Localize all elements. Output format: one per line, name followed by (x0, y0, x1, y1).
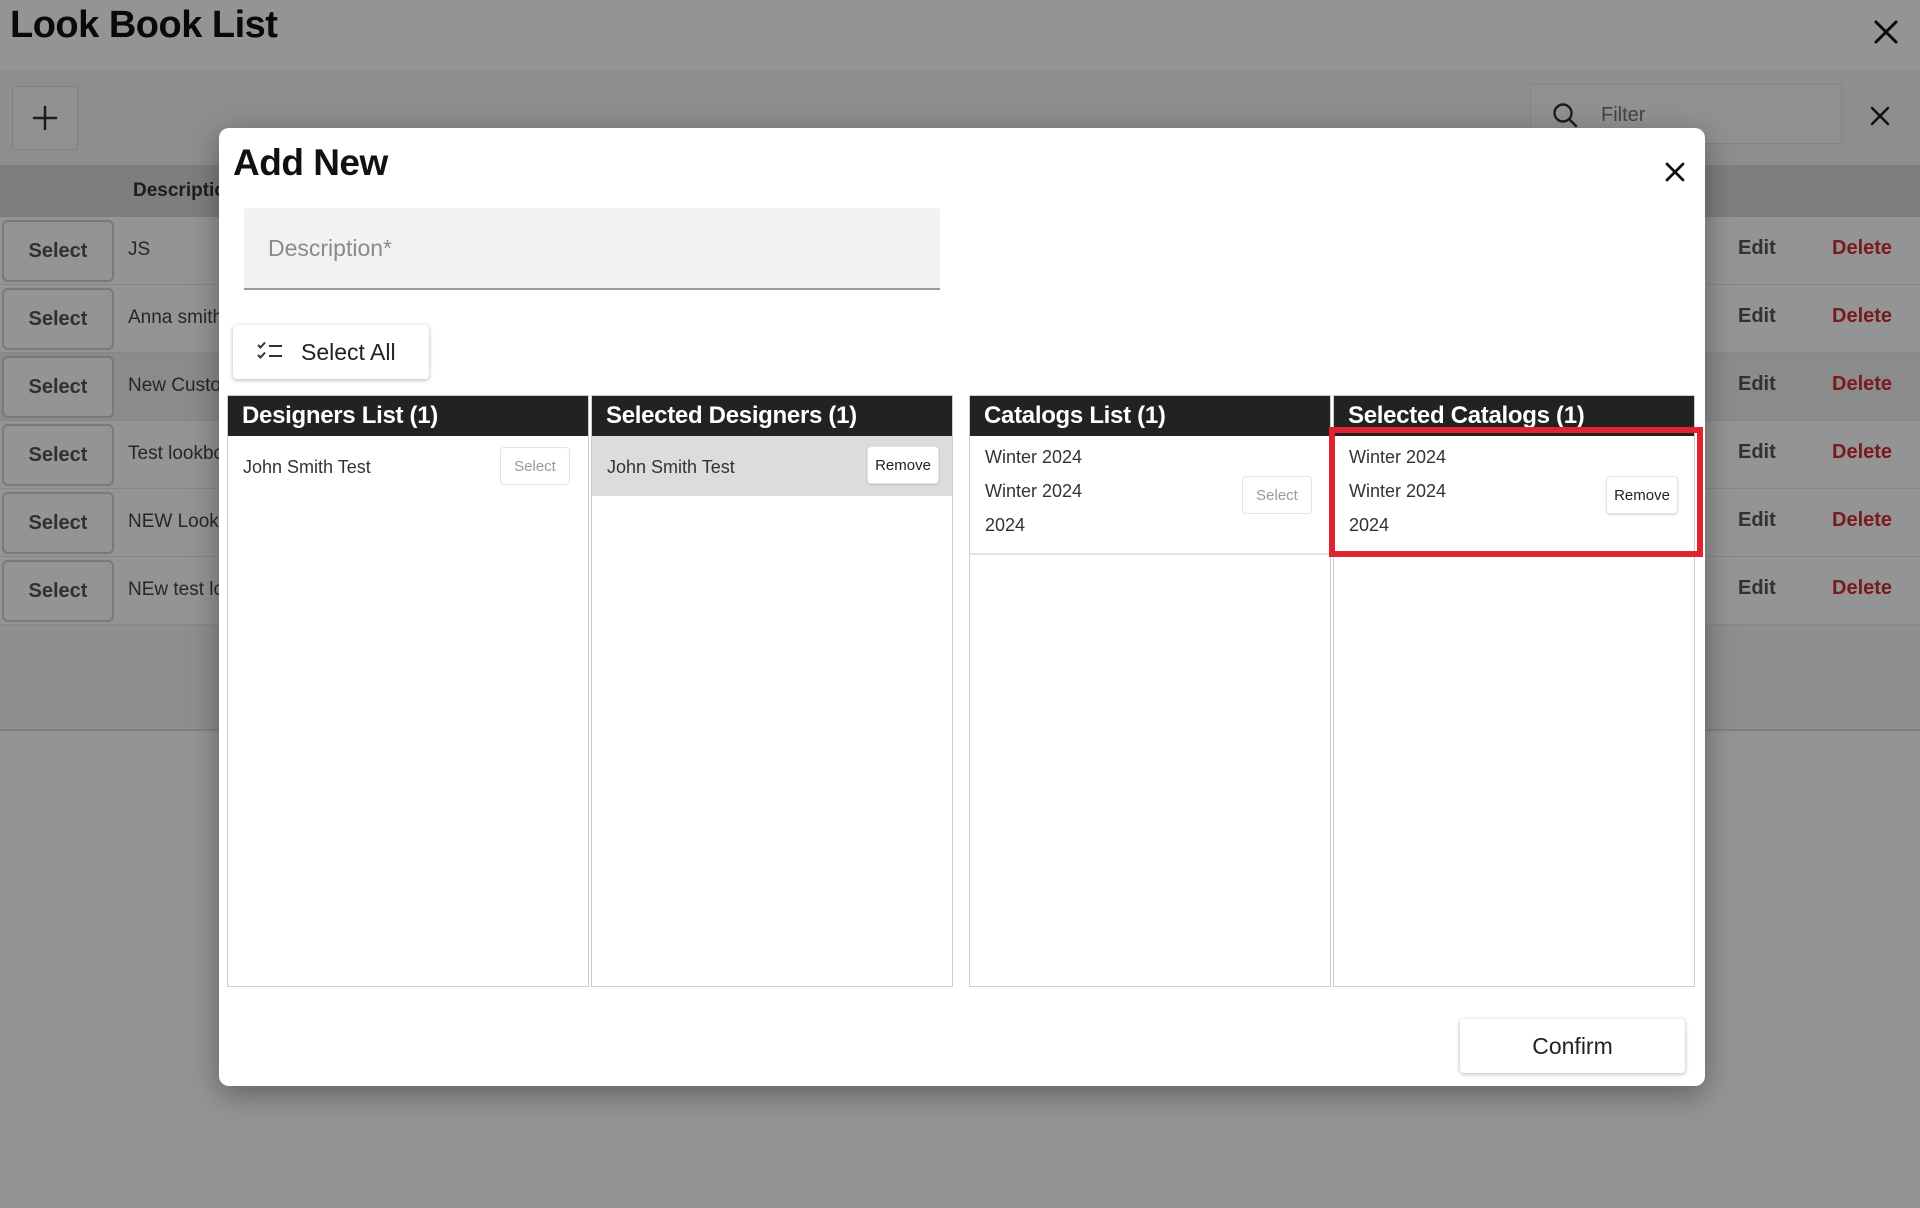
description-input[interactable] (244, 208, 940, 288)
catalog-line: Winter 2024 (985, 447, 1083, 467)
designers-list-panel: Designers List (1) John Smith Test Selec… (227, 395, 589, 987)
catalogs-list-panel: Catalogs List (1) Winter 2024 Winter 202… (969, 395, 1331, 987)
designer-name: John Smith Test (607, 457, 735, 477)
description-field (244, 208, 940, 290)
dialog-title: Add New (233, 142, 388, 183)
catalog-line: 2024 (1349, 515, 1390, 535)
selected-designers-panel: Selected Designers (1) John Smith Test R… (591, 395, 953, 987)
panel-title: Selected Designers (1) (592, 396, 952, 436)
list-item: Winter 2024 Winter 2024 2024 Select (970, 436, 1330, 555)
catalog-line: Winter 2024 (985, 481, 1083, 501)
add-new-dialog: Add New Select All Designers List (1) Jo… (219, 128, 1705, 1086)
catalog-line: 2024 (985, 515, 1026, 535)
close-icon[interactable] (1655, 152, 1695, 192)
list-item: Winter 2024 Winter 2024 2024 Remove (1334, 436, 1694, 555)
list-item: John Smith Test Select (228, 440, 588, 492)
select-all-label: Select All (301, 339, 396, 365)
checklist-icon (257, 341, 282, 359)
select-all-button[interactable]: Select All (233, 325, 429, 379)
panel-title: Catalogs List (1) (970, 396, 1330, 436)
select-designer-button[interactable]: Select (500, 447, 570, 485)
list-item: John Smith Test Remove (592, 436, 952, 496)
remove-designer-button[interactable]: Remove (867, 446, 939, 484)
remove-catalog-button[interactable]: Remove (1606, 476, 1678, 514)
designer-name: John Smith Test (243, 457, 371, 477)
catalog-line: Winter 2024 (1349, 447, 1447, 467)
confirm-button[interactable]: Confirm (1460, 1019, 1685, 1073)
catalog-line: Winter 2024 (1349, 481, 1447, 501)
select-catalog-button[interactable]: Select (1242, 476, 1312, 514)
selected-catalogs-panel: Selected Catalogs (1) Winter 2024 Winter… (1333, 395, 1695, 987)
panel-title: Selected Catalogs (1) (1334, 396, 1694, 436)
panel-title: Designers List (1) (228, 396, 588, 436)
